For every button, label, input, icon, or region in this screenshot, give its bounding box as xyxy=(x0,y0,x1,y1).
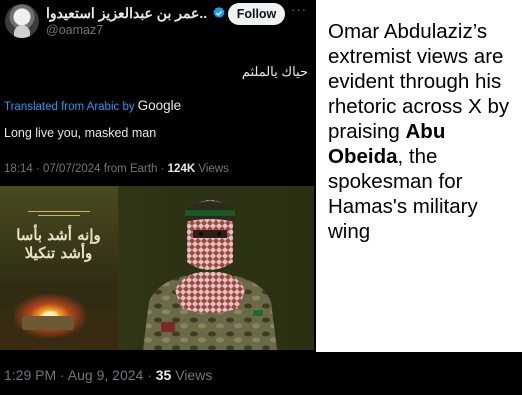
tank-graphic xyxy=(22,316,74,330)
tweet-translation: Long live you, masked man xyxy=(4,126,157,140)
translated-from-label[interactable]: Translated from Arabic by xyxy=(4,101,135,113)
google-logo-text: Google xyxy=(137,98,182,113)
post-timestamp[interactable]: 1:29 PM · Aug 9, 2024 · xyxy=(4,367,156,383)
tweet-views-label: Views xyxy=(195,163,229,175)
screenshot-canvas: عمر بن عبدالعزيز استعيدوا... @oamaz7 Fol… xyxy=(0,0,522,395)
author-name[interactable]: عمر بن عبدالعزيز استعيدوا... xyxy=(46,5,208,22)
follow-button[interactable]: Follow xyxy=(228,3,285,25)
post-views-label: Views xyxy=(171,367,213,383)
embedded-tweet[interactable]: عمر بن عبدالعزيز استعيدوا... @oamaz7 Fol… xyxy=(0,0,314,350)
masked-spokesman-figure xyxy=(143,200,277,350)
user-avatar[interactable] xyxy=(5,4,39,38)
poster-emblem xyxy=(28,211,90,216)
translation-attribution: Translated from Arabic by Google xyxy=(4,98,181,113)
tweet-metadata: 18:14 · 07/07/2024 from Earth · 124K Vie… xyxy=(4,163,229,175)
post-footer: 1:29 PM · Aug 9, 2024 · 35 Views xyxy=(4,367,212,383)
tweet-image[interactable]: وإنه أشد بأسا وأشد تنكيلا xyxy=(0,186,314,350)
tweet-timestamp[interactable]: 18:14 · 07/07/2024 from Earth · xyxy=(4,163,168,175)
poster-panel: وإنه أشد بأسا وأشد تنكيلا xyxy=(0,186,118,350)
post-views-count: 35 xyxy=(155,367,172,383)
author-row: عمر بن عبدالعزيز استعيدوا... xyxy=(46,4,226,22)
tweet-views-count: 124K xyxy=(167,163,196,175)
poster-headline: وإنه أشد بأسا وأشد تنكيلا xyxy=(16,226,101,262)
more-options-icon[interactable]: ··· xyxy=(291,2,307,17)
caption-panel: Omar Abdulaziz’s extremist views are evi… xyxy=(316,0,522,352)
tweet-original-text: حياك يالملثم xyxy=(241,64,308,79)
author-handle[interactable]: @oamaz7 xyxy=(46,23,103,37)
verified-badge-icon xyxy=(213,6,225,18)
caption-text: Omar Abdulaziz’s extremist views are evi… xyxy=(328,19,520,244)
